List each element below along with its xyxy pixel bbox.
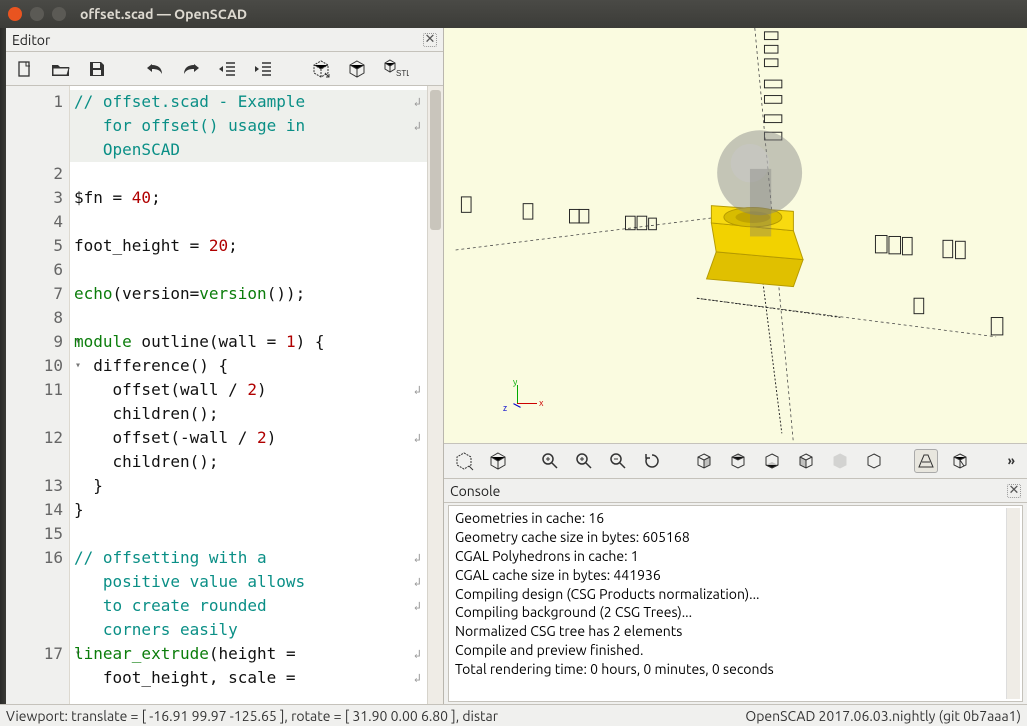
console-panel-title: Console — [450, 483, 500, 499]
svg-text:STL: STL — [396, 69, 409, 78]
editor-scrollbar[interactable] — [427, 86, 443, 704]
console-line: Compile and preview finished. — [455, 641, 1016, 660]
view-all-icon[interactable] — [538, 449, 562, 473]
viewport-scene — [444, 28, 1027, 443]
window-title: offset.scad — OpenSCAD — [80, 6, 247, 22]
editor-panel-title: Editor — [12, 32, 50, 48]
status-viewport-info: Viewport: translate = [ -16.91 99.97 -12… — [6, 708, 498, 724]
editor-panel-header: Editor ✕ — [6, 28, 443, 52]
view-left-icon[interactable] — [794, 449, 818, 473]
status-version-info: OpenSCAD 2017.06.03.nightly (git 0b7aaa1… — [745, 708, 1021, 724]
save-file-icon[interactable] — [86, 58, 108, 80]
viewer-toolbar-overflow-icon[interactable]: » — [1004, 454, 1019, 468]
console-line: CGAL Polyhedrons in cache: 1 — [455, 547, 1016, 566]
unindent-icon[interactable] — [216, 58, 238, 80]
render-icon[interactable] — [346, 58, 368, 80]
show-axes-icon[interactable] — [948, 449, 972, 473]
new-file-icon[interactable] — [14, 58, 36, 80]
console-scrollbar[interactable] — [1006, 508, 1020, 699]
editor-panel-close-icon[interactable]: ✕ — [423, 33, 437, 47]
console-panel: Console ✕ Geometries in cache: 16Geometr… — [444, 479, 1027, 704]
reset-view-icon[interactable] — [640, 449, 664, 473]
window-maximize-button[interactable] — [52, 7, 66, 21]
console-panel-header: Console ✕ — [444, 479, 1027, 503]
console-line: CGAL cache size in bytes: 441936 — [455, 566, 1016, 585]
editor-panel: Editor ✕ — [6, 28, 444, 704]
view-back-icon[interactable] — [862, 449, 886, 473]
status-bar: Viewport: translate = [ -16.91 99.97 -12… — [0, 704, 1027, 726]
export-stl-icon[interactable]: STL — [382, 58, 410, 80]
view-front-icon[interactable] — [828, 449, 852, 473]
preview-icon[interactable] — [310, 58, 332, 80]
redo-icon[interactable] — [180, 58, 202, 80]
view-right-icon[interactable] — [692, 449, 716, 473]
view-bottom-icon[interactable] — [760, 449, 784, 473]
editor-toolbar: STL — [6, 52, 443, 86]
zoom-out-icon[interactable] — [606, 449, 630, 473]
indent-icon[interactable] — [252, 58, 274, 80]
preview-icon[interactable] — [452, 449, 476, 473]
line-number-gutter: 1234567891011121314151617 — [6, 86, 70, 704]
axis-gizmo: xyz — [499, 383, 539, 423]
console-line: Compiling background (2 CSG Trees)... — [455, 603, 1016, 622]
right-panel: xyz » Console — [444, 28, 1027, 704]
window-close-button[interactable] — [8, 7, 22, 21]
code-editor[interactable]: 1234567891011121314151617 // offset.scad… — [6, 86, 443, 704]
console-output[interactable]: Geometries in cache: 16Geometry cache si… — [448, 505, 1023, 702]
console-line: Compiling design (CSG Products normaliza… — [455, 585, 1016, 604]
code-area[interactable]: // offset.scad - Example↲ for offset() u… — [70, 86, 427, 704]
console-line: Geometries in cache: 16 — [455, 509, 1016, 528]
viewer-toolbar: » — [444, 443, 1027, 479]
perspective-toggle-icon[interactable] — [914, 449, 938, 473]
open-file-icon[interactable] — [50, 58, 72, 80]
console-line: Normalized CSG tree has 2 elements — [455, 622, 1016, 641]
window-minimize-button[interactable] — [30, 7, 44, 21]
render-cube-icon[interactable] — [486, 449, 510, 473]
console-panel-close-icon[interactable]: ✕ — [1007, 484, 1021, 498]
zoom-in-icon[interactable] — [572, 449, 596, 473]
window-titlebar: offset.scad — OpenSCAD — [0, 0, 1027, 28]
console-line: Geometry cache size in bytes: 605168 — [455, 528, 1016, 547]
console-line: Total rendering time: 0 hours, 0 minutes… — [455, 660, 1016, 679]
3d-viewport[interactable]: xyz — [444, 28, 1027, 443]
editor-scrollbar-thumb[interactable] — [430, 90, 441, 230]
view-top-icon[interactable] — [726, 449, 750, 473]
undo-icon[interactable] — [144, 58, 166, 80]
